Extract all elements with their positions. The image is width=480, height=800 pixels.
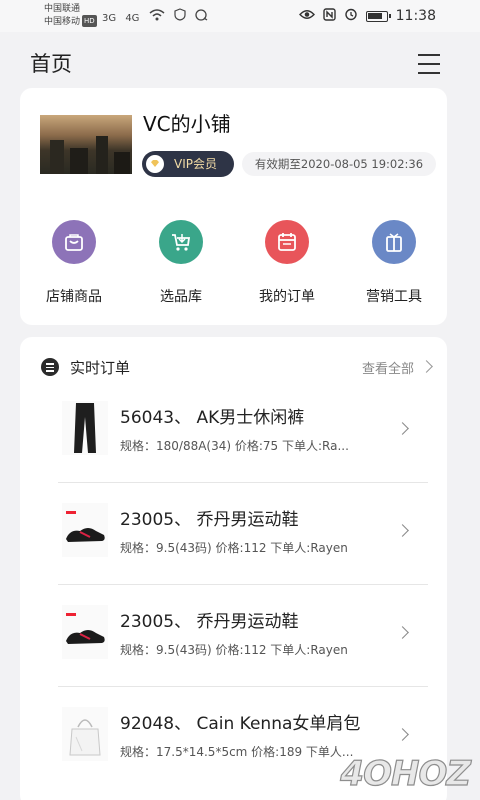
carrier-2: 中国移动 bbox=[44, 17, 81, 27]
handbag-thumbnail bbox=[62, 707, 108, 761]
battery-icon bbox=[365, 10, 391, 22]
chevron-right-icon bbox=[396, 626, 409, 639]
carrier-info: 中国联通 中国移动 HD bbox=[44, 3, 97, 28]
chevron-right-icon bbox=[396, 422, 409, 435]
site-watermark: 4OHOZ bbox=[340, 753, 472, 794]
shoe-thumbnail bbox=[62, 503, 108, 557]
signal-3g-icon: 3G bbox=[102, 13, 117, 24]
nfc-icon bbox=[322, 7, 336, 25]
chevron-right-icon bbox=[396, 524, 409, 537]
order-spec: 规格：17.5*14.5*5cm 价格:189 下单人... bbox=[120, 745, 354, 759]
realtime-orders-card: 实时订单 查看全部 56043、 AK男士休闲裤 规格：180/88A(34) … bbox=[20, 337, 447, 800]
page-title: 首页 bbox=[30, 52, 72, 76]
order-product-name: 56043、 AK男士休闲裤 bbox=[120, 408, 305, 428]
eye-icon bbox=[298, 9, 315, 24]
order-spec: 规格：9.5(43码) 价格:112 下单人:Rayen bbox=[120, 643, 348, 657]
vip-badge[interactable]: VIP会员 bbox=[142, 151, 234, 177]
gift-icon bbox=[372, 220, 416, 264]
status-bar: 中国联通 中国移动 HD 3G 4G 11:38 bbox=[0, 0, 480, 32]
quick-action-shop-products[interactable]: 店铺商品 bbox=[29, 220, 119, 306]
shop-name: VC的小铺 bbox=[143, 112, 231, 136]
quick-action-my-orders[interactable]: 我的订单 bbox=[242, 220, 332, 306]
order-spec: 规格：9.5(43码) 价格:112 下单人:Rayen bbox=[120, 541, 348, 555]
order-spec: 规格：180/88A(34) 价格:75 下单人:Ra... bbox=[120, 439, 349, 453]
order-product-name: 92048、 Cain Kenna女单肩包 bbox=[120, 714, 361, 734]
alarm-icon bbox=[344, 7, 358, 25]
diamond-icon bbox=[145, 154, 165, 174]
wifi-icon bbox=[149, 9, 168, 24]
chevron-right-icon bbox=[396, 728, 409, 741]
chevron-right-icon[interactable] bbox=[420, 360, 433, 373]
cart-icon bbox=[159, 220, 203, 264]
quick-action-marketing-tools[interactable]: 营销工具 bbox=[349, 220, 439, 306]
signal-4g-icon: 4G bbox=[125, 13, 140, 24]
order-item[interactable]: 23005、 乔丹男运动鞋 规格：9.5(43码) 价格:112 下单人:Ray… bbox=[58, 483, 428, 585]
pants-thumbnail bbox=[62, 401, 108, 455]
quick-action-label: 营销工具 bbox=[366, 289, 422, 305]
shop-avatar[interactable] bbox=[40, 115, 132, 174]
shoe-thumbnail bbox=[62, 605, 108, 659]
network-icons: 3G 4G bbox=[102, 8, 214, 24]
vip-expiry: 有效期至2020-08-05 19:02:36 bbox=[242, 152, 436, 176]
view-all-link[interactable]: 查看全部 bbox=[362, 358, 414, 377]
chat-icon bbox=[195, 9, 208, 24]
list-icon bbox=[41, 358, 59, 376]
hd-badge: HD bbox=[82, 15, 97, 27]
carrier-1: 中国联通 bbox=[44, 4, 81, 14]
quick-action-label: 我的订单 bbox=[259, 289, 315, 305]
vip-label: VIP会员 bbox=[174, 157, 217, 171]
orders-title: 实时订单 bbox=[70, 359, 131, 377]
order-item[interactable]: 23005、 乔丹男运动鞋 规格：9.5(43码) 价格:112 下单人:Ray… bbox=[58, 585, 428, 687]
shopping-bag-icon bbox=[52, 220, 96, 264]
order-product-name: 23005、 乔丹男运动鞋 bbox=[120, 612, 299, 632]
menu-icon[interactable] bbox=[418, 54, 440, 74]
app-header: 首页 bbox=[0, 32, 480, 88]
quick-action-selection-library[interactable]: 选品库 bbox=[136, 220, 226, 306]
status-time: 11:38 bbox=[395, 8, 436, 24]
shield-icon bbox=[174, 8, 189, 24]
calendar-icon bbox=[265, 220, 309, 264]
shop-card: VC的小铺 VIP会员 有效期至2020-08-05 19:02:36 店铺商品… bbox=[20, 88, 447, 325]
quick-action-label: 店铺商品 bbox=[46, 289, 102, 305]
order-item[interactable]: 56043、 AK男士休闲裤 规格：180/88A(34) 价格:75 下单人:… bbox=[58, 381, 428, 483]
quick-action-label: 选品库 bbox=[160, 289, 202, 305]
status-right: 11:38 bbox=[298, 7, 436, 25]
order-product-name: 23005、 乔丹男运动鞋 bbox=[120, 510, 299, 530]
